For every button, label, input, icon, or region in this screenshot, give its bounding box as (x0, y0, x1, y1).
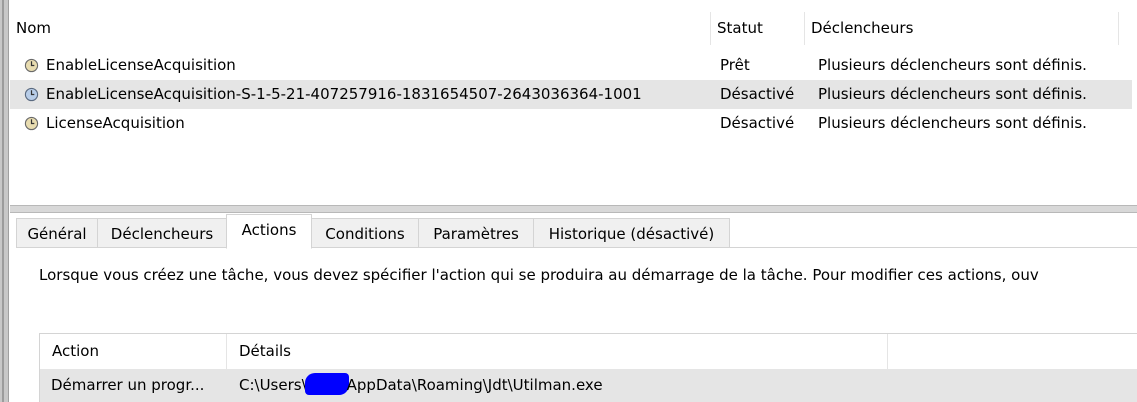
column-separator[interactable] (804, 12, 805, 45)
task-row[interactable]: LicenseAcquisition Désactivé Plusieurs d… (10, 109, 1132, 138)
task-name: LicenseAcquisition (46, 114, 185, 132)
action-row[interactable]: Démarrer un progr... C:\Users\ AppData\Ro… (40, 369, 1137, 402)
task-status: Désactivé (720, 85, 795, 103)
tab-settings[interactable]: Paramètres (418, 218, 534, 248)
column-header-name[interactable]: Nom (10, 12, 710, 45)
column-header-details[interactable]: Détails (227, 334, 887, 369)
column-separator[interactable] (226, 334, 227, 369)
task-triggers: Plusieurs déclencheurs sont définis. (818, 114, 1087, 132)
column-header-action[interactable]: Action (40, 334, 226, 369)
clock-icon (24, 58, 39, 73)
column-header-triggers[interactable]: Déclencheurs (805, 12, 1125, 45)
column-separator[interactable] (1118, 12, 1119, 45)
actions-table-header: Action Détails (40, 334, 1137, 369)
clock-icon (24, 87, 39, 102)
task-row[interactable]: EnableLicenseAcquisition Prêt Plusieurs … (10, 51, 1132, 80)
redaction-mark (304, 373, 349, 395)
task-list: Nom Statut Déclencheurs EnableLicenseAcq… (10, 0, 1137, 205)
actions-description: Lorsque vous créez une tâche, vous devez… (39, 266, 1039, 284)
window-frame-border (0, 0, 9, 402)
tab-conditions[interactable]: Conditions (311, 218, 419, 248)
task-list-header: Nom Statut Déclencheurs (10, 12, 1137, 45)
task-details-panel: Général Déclencheurs Actions Conditions … (10, 213, 1137, 402)
details-path-prefix: C:\Users\ (239, 376, 307, 394)
task-triggers: Plusieurs déclencheurs sont définis. (818, 85, 1087, 103)
task-row[interactable]: EnableLicenseAcquisition-S-1-5-21-407257… (10, 80, 1132, 109)
task-triggers: Plusieurs déclencheurs sont définis. (818, 56, 1087, 74)
task-status: Désactivé (720, 114, 795, 132)
action-details: C:\Users\ AppData\Roaming\Jdt\Utilman.exe (239, 369, 603, 402)
column-header-status[interactable]: Statut (711, 12, 803, 45)
task-name: EnableLicenseAcquisition (46, 56, 236, 74)
action-type: Démarrer un progr... (51, 376, 205, 394)
details-path-suffix: AppData\Roaming\Jdt\Utilman.exe (346, 376, 603, 394)
tab-history[interactable]: Historique (désactivé) (533, 218, 730, 248)
panel-splitter[interactable] (10, 205, 1137, 213)
tab-actions[interactable]: Actions (226, 214, 312, 249)
column-separator[interactable] (710, 12, 711, 45)
task-name: EnableLicenseAcquisition-S-1-5-21-407257… (46, 85, 642, 103)
tab-triggers[interactable]: Déclencheurs (97, 218, 227, 248)
tab-general[interactable]: Général (16, 218, 98, 248)
task-status: Prêt (720, 56, 750, 74)
column-separator[interactable] (887, 334, 888, 369)
clock-icon (24, 116, 39, 131)
actions-table: Action Détails Démarrer un progr... C:\U… (39, 333, 1137, 402)
